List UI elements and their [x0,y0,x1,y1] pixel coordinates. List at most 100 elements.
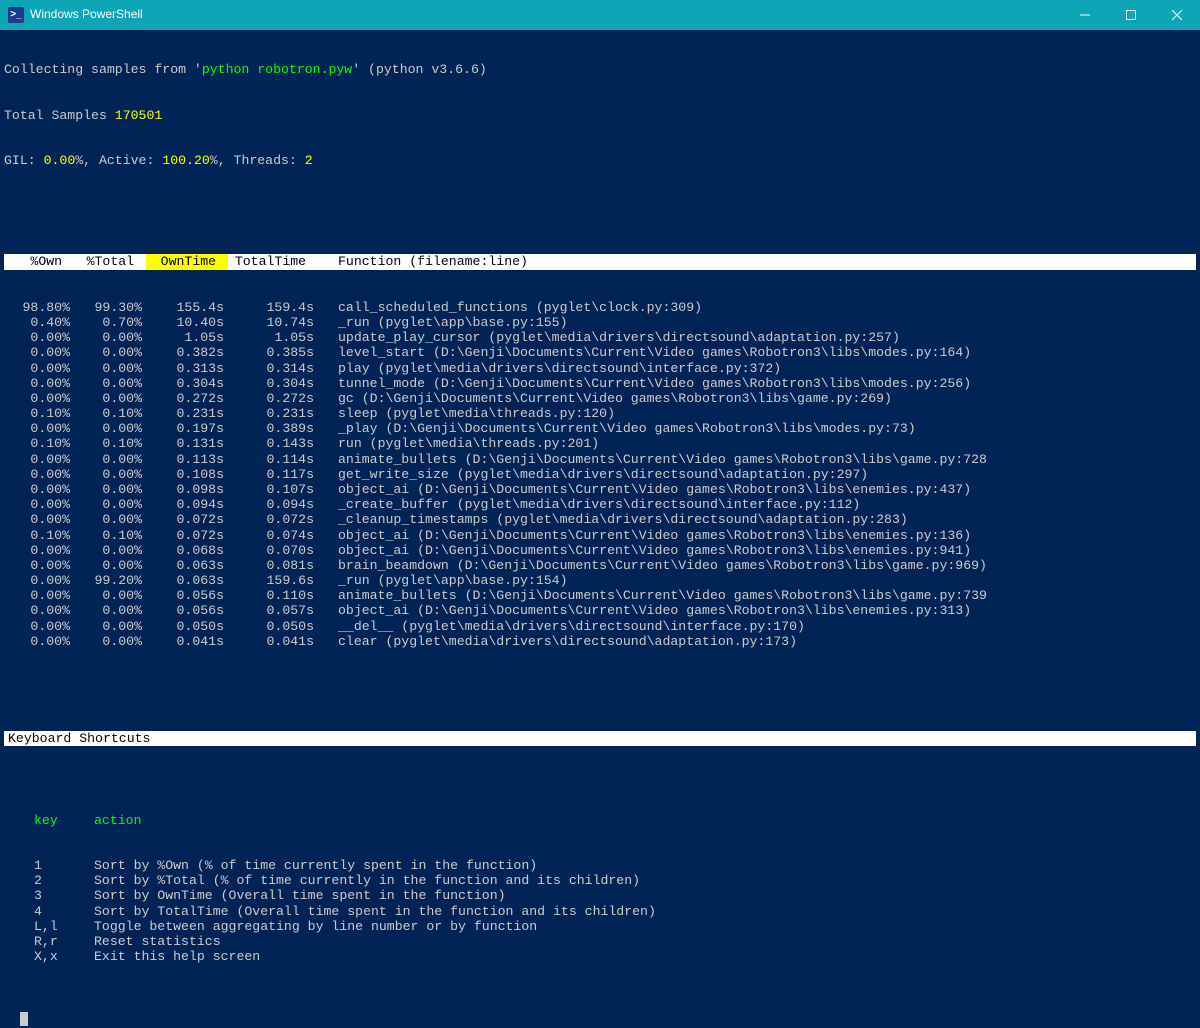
shortcut-key: R,r [4,934,84,949]
table-row: 0.00%0.00%0.108s0.117sget_write_size (py… [4,467,1196,482]
cell-function: play (pyglet\media\drivers\directsound\i… [318,361,1196,376]
cell-total: 0.00% [74,634,146,649]
cell-function: get_write_size (pyglet\media\drivers\dir… [318,467,1196,482]
stats-line: GIL: 0.00%, Active: 100.20%, Threads: 2 [4,153,1196,168]
cell-total: 99.20% [74,573,146,588]
cell-owntime: 0.304s [146,376,228,391]
cell-owntime: 0.063s [146,573,228,588]
total-samples-line: Total Samples 170501 [4,108,1196,123]
cell-owntime: 0.041s [146,634,228,649]
cell-own: 0.00% [4,376,74,391]
cell-own: 0.00% [4,588,74,603]
window-controls [1062,0,1200,30]
cell-total: 0.70% [74,315,146,330]
table-row: 0.00%0.00%0.063s0.081sbrain_beamdown (D:… [4,558,1196,573]
shortcut-key: L,l [4,919,84,934]
shortcut-action: Reset statistics [84,934,1196,949]
cell-owntime: 155.4s [146,300,228,315]
cell-function: _cleanup_timestamps (pyglet\media\driver… [318,512,1196,527]
cell-own: 0.00% [4,512,74,527]
col-function: Function (filename:line) [318,254,1196,269]
cell-totaltime: 0.094s [228,497,318,512]
cell-own: 0.10% [4,436,74,451]
cell-function: animate_bullets (D:\Genji\Documents\Curr… [318,588,1196,603]
table-row: 0.00%0.00%0.094s0.094s_create_buffer (py… [4,497,1196,512]
cell-own: 0.00% [4,543,74,558]
cell-own: 0.00% [4,619,74,634]
shortcut-key: 1 [4,858,84,873]
cell-function: sleep (pyglet\media\threads.py:120) [318,406,1196,421]
cell-total: 0.00% [74,619,146,634]
cell-function: object_ai (D:\Genji\Documents\Current\Vi… [318,528,1196,543]
col-own: %Own [4,254,74,269]
cell-totaltime: 0.081s [228,558,318,573]
table-row: 0.00%0.00%0.313s0.314splay (pyglet\media… [4,361,1196,376]
titlebar[interactable]: >_ Windows PowerShell [0,0,1200,30]
table-row: 0.00%0.00%0.272s0.272sgc (D:\Genji\Docum… [4,391,1196,406]
cell-totaltime: 10.74s [228,315,318,330]
cell-function: object_ai (D:\Genji\Documents\Current\Vi… [318,482,1196,497]
table-row: 98.80%99.30%155.4s159.4scall_scheduled_f… [4,300,1196,315]
shortcut-key: 4 [4,904,84,919]
table-row: 0.10%0.10%0.131s0.143srun (pyglet\media\… [4,436,1196,451]
table-row: 0.00%0.00%0.382s0.385slevel_start (D:\Ge… [4,345,1196,360]
cell-own: 0.00% [4,345,74,360]
collecting-line: Collecting samples from 'python robotron… [4,62,1196,77]
cell-function: animate_bullets (D:\Genji\Documents\Curr… [318,452,1196,467]
col-owntime-sorted: OwnTime [146,254,228,269]
cell-totaltime: 0.057s [228,603,318,618]
cell-owntime: 0.063s [146,558,228,573]
cell-function: run (pyglet\media\threads.py:201) [318,436,1196,451]
cell-total: 0.10% [74,436,146,451]
active-value: 100.20 [162,153,209,168]
profiled-command: python robotron.pyw [202,62,352,77]
cell-function: _run (pyglet\app\base.py:154) [318,573,1196,588]
shortcut-key: 2 [4,873,84,888]
cell-own: 0.00% [4,361,74,376]
cell-total: 0.00% [74,421,146,436]
shortcut-action: Sort by %Total (% of time currently in t… [84,873,1196,888]
cell-total: 0.00% [74,558,146,573]
cell-own: 0.00% [4,603,74,618]
cell-totaltime: 0.107s [228,482,318,497]
powershell-icon: >_ [8,7,24,23]
cell-total: 0.00% [74,330,146,345]
cell-own: 0.00% [4,391,74,406]
minimize-button[interactable] [1062,0,1108,30]
cell-owntime: 0.056s [146,603,228,618]
cell-totaltime: 0.385s [228,345,318,360]
cell-totaltime: 0.041s [228,634,318,649]
cell-total: 0.00% [74,512,146,527]
shortcut-action: Sort by OwnTime (Overall time spent in t… [84,888,1196,903]
cell-totaltime: 0.074s [228,528,318,543]
cell-totaltime: 0.117s [228,467,318,482]
cell-totaltime: 0.070s [228,543,318,558]
shortcut-row: R,rReset statistics [4,934,1196,949]
shortcut-action: Exit this help screen [84,949,1196,964]
cell-own: 0.00% [4,421,74,436]
cell-function: call_scheduled_functions (pyglet\clock.p… [318,300,1196,315]
table-row: 0.00%0.00%0.056s0.110sanimate_bullets (D… [4,588,1196,603]
table-row: 0.40%0.70%10.40s10.74s_run (pyglet\app\b… [4,315,1196,330]
cell-total: 0.00% [74,376,146,391]
cell-owntime: 10.40s [146,315,228,330]
table-row: 0.10%0.10%0.231s0.231ssleep (pyglet\medi… [4,406,1196,421]
shortcut-row: X,xExit this help screen [4,949,1196,964]
table-row: 0.00%0.00%0.050s0.050s__del__ (pyglet\me… [4,619,1196,634]
cell-totaltime: 0.314s [228,361,318,376]
table-row: 0.00%0.00%0.304s0.304stunnel_mode (D:\Ge… [4,376,1196,391]
close-button[interactable] [1154,0,1200,30]
cell-owntime: 0.108s [146,467,228,482]
cell-total: 0.00% [74,543,146,558]
window-title: Windows PowerShell [30,8,143,22]
cell-owntime: 0.050s [146,619,228,634]
cell-totaltime: 0.272s [228,391,318,406]
cell-function: _run (pyglet\app\base.py:155) [318,315,1196,330]
table-row: 0.00%0.00%0.068s0.070sobject_ai (D:\Genj… [4,543,1196,558]
cell-total: 0.00% [74,452,146,467]
cell-function: update_play_cursor (pyglet\media\drivers… [318,330,1196,345]
shortcut-key: 3 [4,888,84,903]
maximize-button[interactable] [1108,0,1154,30]
terminal-body[interactable]: Collecting samples from 'python robotron… [0,30,1200,1028]
cell-totaltime: 0.072s [228,512,318,527]
